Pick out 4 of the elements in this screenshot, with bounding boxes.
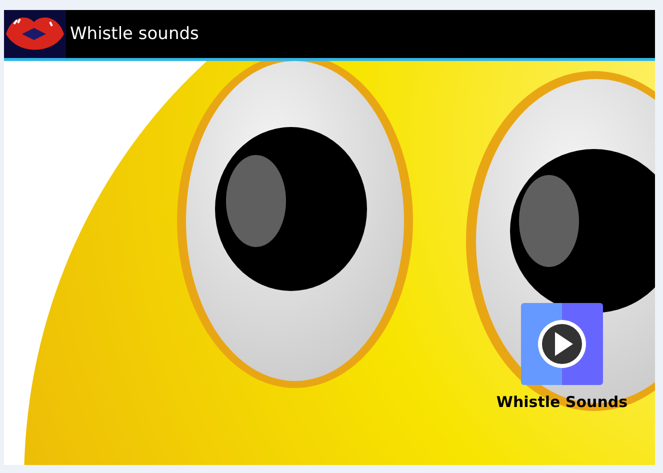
play-icon <box>536 318 588 370</box>
lips-icon <box>4 10 66 58</box>
app-title: Whistle sounds <box>70 24 199 44</box>
play-launcher-button[interactable] <box>521 303 603 385</box>
